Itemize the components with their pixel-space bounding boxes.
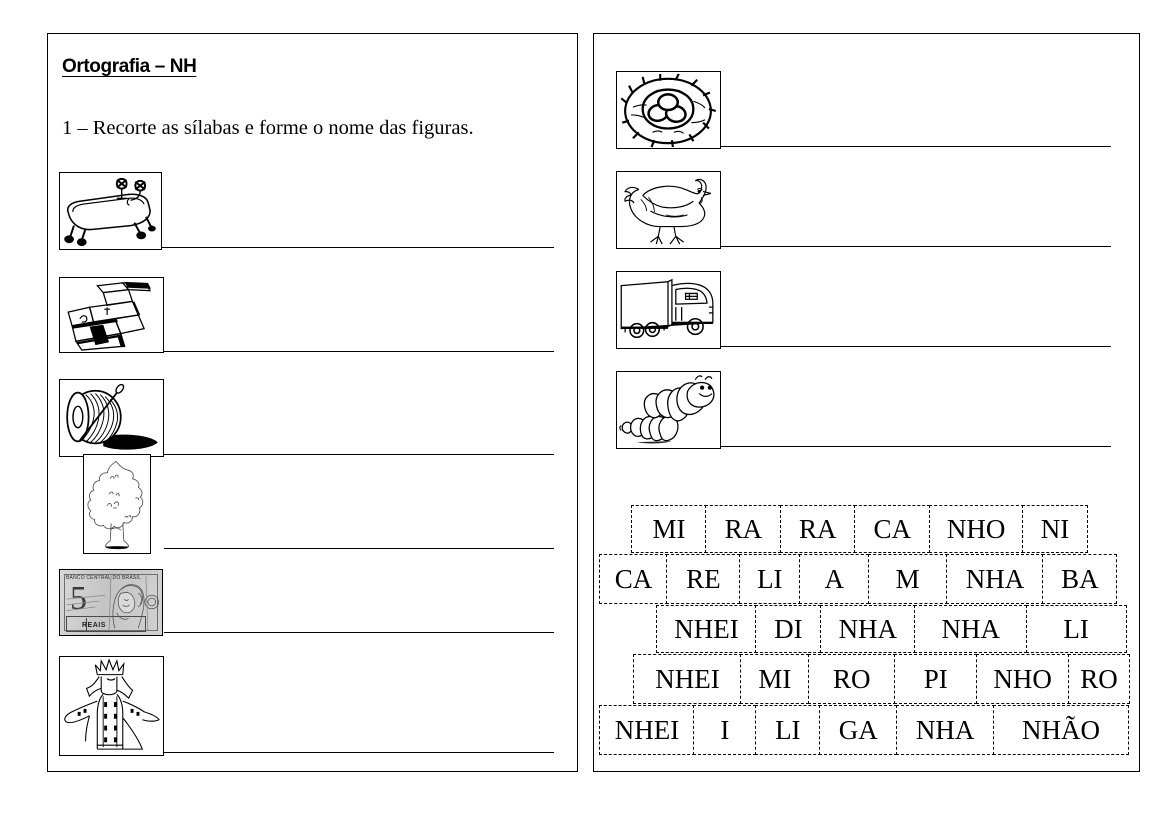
syllable-cell[interactable]: NHA (914, 605, 1028, 653)
picture-row-banknote: BANCO CENTRAL DO BRASIL 5 REAIS (48, 34, 554, 636)
answer-line-6[interactable] (164, 752, 554, 753)
syllable-cell[interactable]: MI (740, 654, 810, 704)
syllable-grid: MI RA RA CA NHO NI CA RE LI A M NHA BA NHEI DI NHA NHA… (594, 505, 1141, 770)
syllable-cell[interactable]: BA (1042, 554, 1118, 604)
syllable-cell[interactable]: RO (1068, 654, 1131, 704)
bathtub-icon (59, 172, 162, 250)
worksheet-page: Ortografia – NH 1 – Recorte as sílabas e… (0, 0, 1169, 826)
syllable-cell[interactable]: LI (1025, 605, 1127, 653)
syllable-row-1: MI RA RA CA NHO NI (631, 505, 1089, 553)
syllable-cell[interactable]: RO (807, 654, 896, 704)
syllable-cell[interactable]: NHÃO (993, 705, 1130, 755)
nest-with-eggs-icon (616, 71, 721, 149)
banknote-effigy (66, 575, 159, 631)
caterpillar-icon (616, 371, 721, 449)
syllable-row-4: NHEI MI RO PI NHO RO (633, 654, 1131, 704)
syllable-cell[interactable]: GA (819, 705, 898, 755)
queen-icon (59, 656, 164, 756)
answer-line-10[interactable] (721, 446, 1111, 447)
banknote-icon: BANCO CENTRAL DO BRASIL 5 REAIS (59, 569, 163, 636)
syllable-cell[interactable]: RA (705, 505, 782, 553)
hen-icon (616, 171, 721, 249)
syllable-cell[interactable]: NHEI (656, 605, 757, 653)
syllable-row-3: NHEI DI NHA NHA LI (656, 605, 1127, 653)
answer-line-4[interactable] (164, 548, 554, 549)
answer-line-9[interactable] (721, 346, 1111, 347)
syllable-row-5: NHEI I LI GA NHA NHÃO (599, 705, 1130, 755)
syllable-cell[interactable]: LI (738, 554, 801, 604)
hopscotch-icon (59, 277, 164, 353)
answer-line-3[interactable] (164, 454, 554, 455)
left-panel: Ortografia – NH 1 – Recorte as sílabas e… (47, 33, 578, 772)
syllable-cell[interactable]: PI (894, 654, 978, 704)
right-panel: MI RA RA CA NHO NI CA RE LI A M NHA BA NHEI DI NHA NHA… (593, 33, 1140, 772)
tree-icon (83, 454, 151, 554)
syllable-cell[interactable]: I (693, 705, 757, 755)
thread-spool-needle-icon (59, 379, 164, 457)
syllable-cell[interactable]: RA (779, 505, 856, 553)
instruction-text: 1 – Recorte as sílabas e forme o nome da… (62, 117, 474, 139)
answer-line-5[interactable] (164, 632, 554, 633)
syllable-cell[interactable]: CA (599, 554, 668, 604)
syllable-cell[interactable]: CA (854, 505, 931, 553)
syllable-cell[interactable]: NHEI (633, 654, 742, 704)
syllable-cell[interactable]: NHA (946, 554, 1045, 604)
syllable-cell[interactable]: MI (631, 505, 707, 553)
syllable-cell[interactable]: NHEI (599, 705, 695, 755)
syllable-cell[interactable]: NI (1022, 505, 1089, 553)
syllable-cell[interactable]: M (867, 554, 948, 604)
syllable-cell[interactable]: NHO (928, 505, 1024, 553)
truck-icon (616, 271, 721, 349)
syllable-cell[interactable]: NHO (975, 654, 1070, 704)
syllable-cell[interactable]: DI (755, 605, 822, 653)
answer-line-7[interactable] (721, 146, 1111, 147)
answer-line-2[interactable] (164, 351, 554, 352)
syllable-cell[interactable]: A (799, 554, 870, 604)
syllable-cell[interactable]: NHA (895, 705, 995, 755)
answer-line-1[interactable] (162, 247, 554, 248)
syllable-cell[interactable]: NHA (819, 605, 916, 653)
syllable-cell[interactable]: RE (666, 554, 741, 604)
syllable-cell[interactable]: LI (754, 705, 821, 755)
syllable-row-2: CA RE LI A M NHA BA (599, 554, 1118, 604)
answer-line-8[interactable] (721, 246, 1111, 247)
